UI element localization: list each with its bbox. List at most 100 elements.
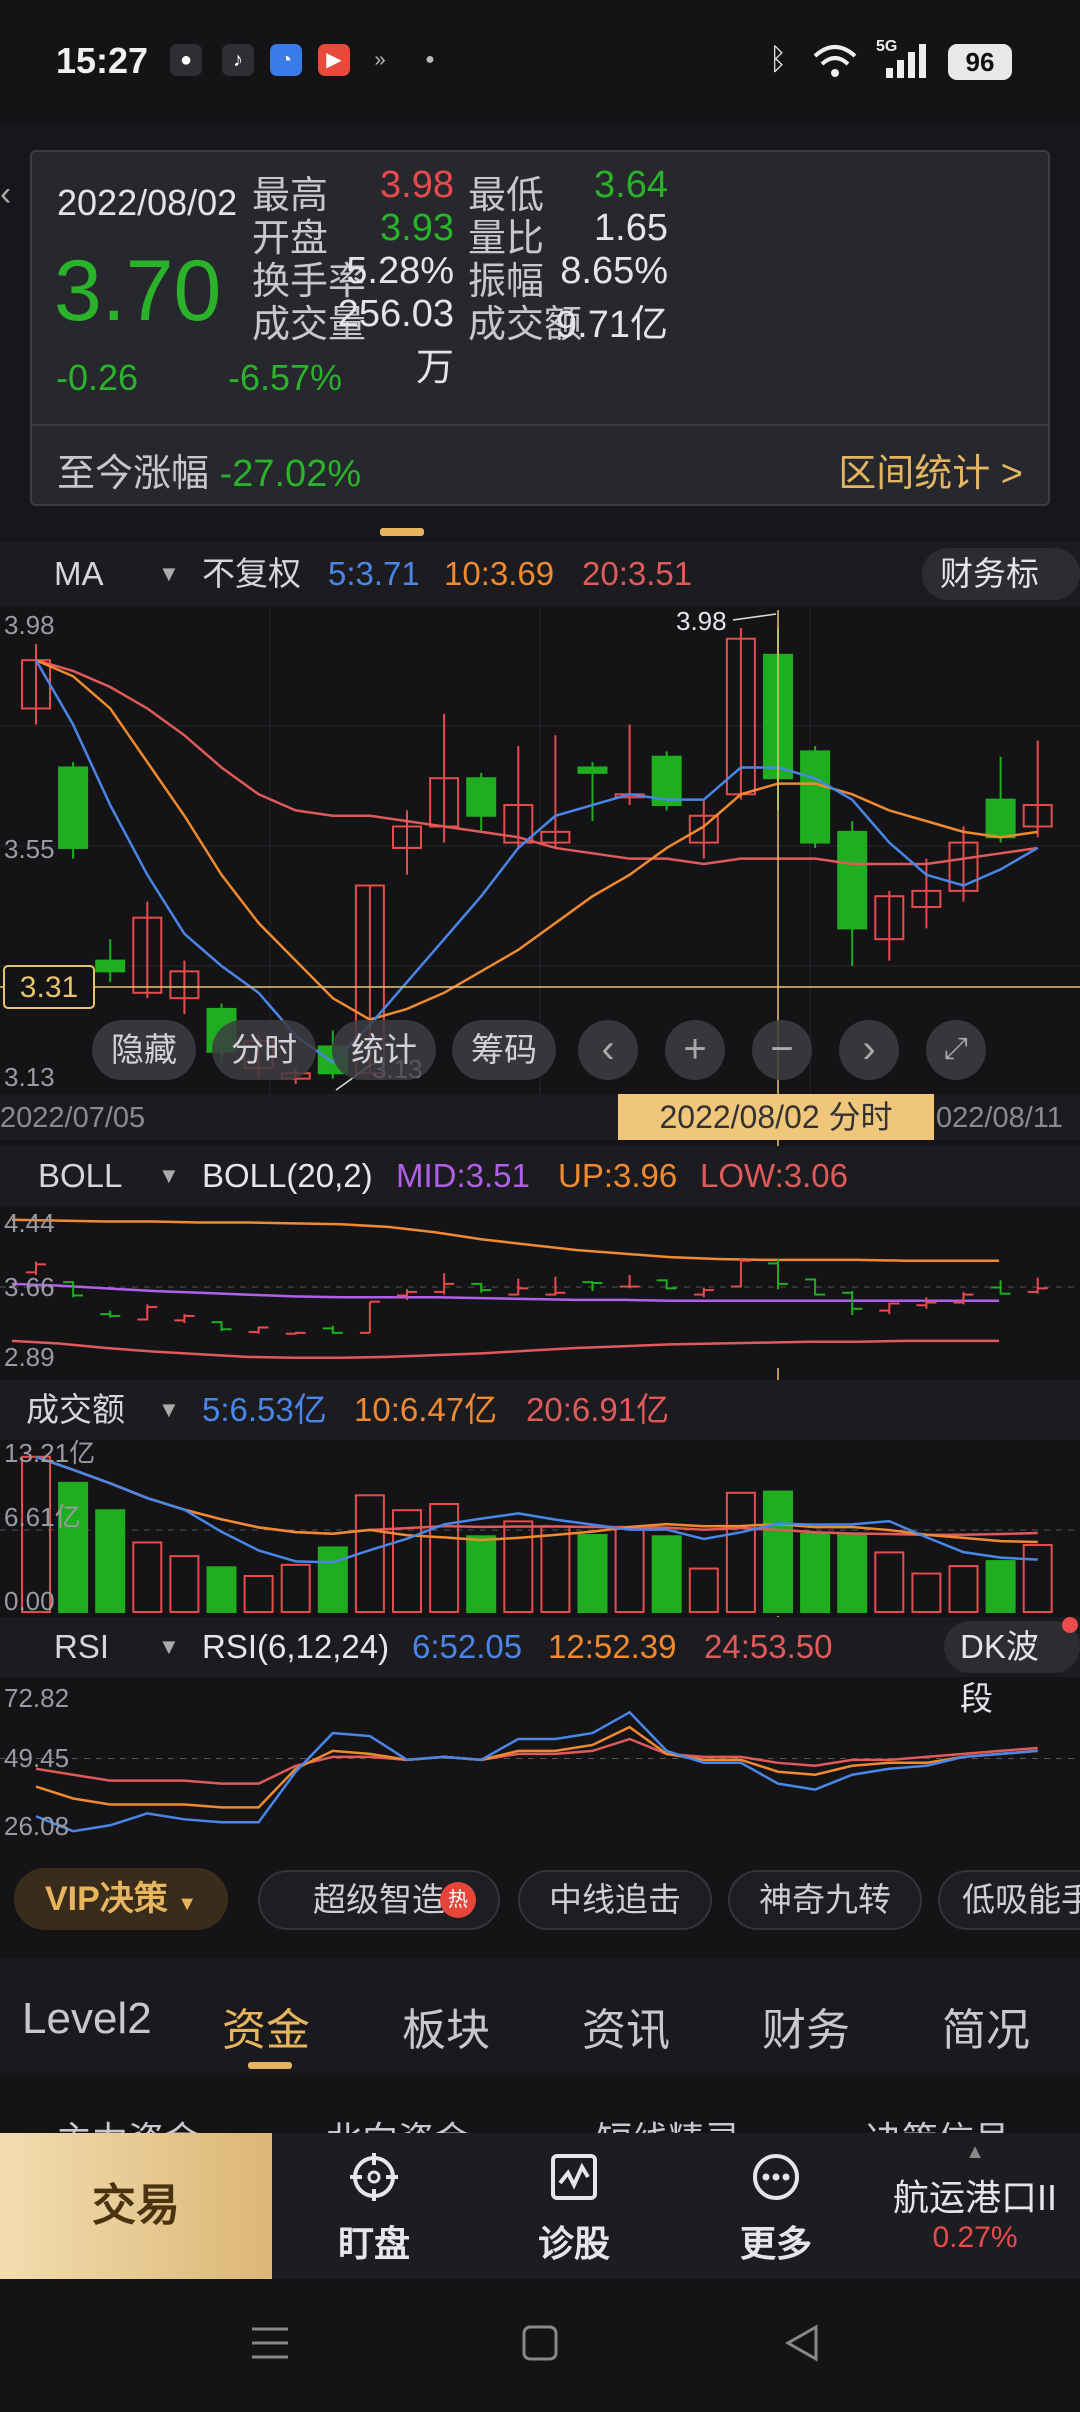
rsi24-value: 24:53.50 [704,1628,833,1665]
dk-band-button[interactable]: DK波段 [944,1621,1080,1717]
chip-mid-chase[interactable]: 中线追击 [518,1870,712,1930]
chip-super-manufacture[interactable]: 超级智造 热 [258,1870,500,1930]
boll-low: LOW:3.06 [700,1157,848,1194]
boll-param: BOLL(20,2) [202,1157,373,1194]
more-icon [753,2154,799,2200]
related-sector[interactable]: ▲ 航运港口II 0.27% [870,2133,1080,2279]
subtab-northbound[interactable]: 北向资金 [326,2111,470,2133]
dot-icon: ● [425,51,435,68]
signal-icon [886,44,926,78]
volume-bar [466,1535,497,1613]
tab-sector[interactable]: 板块 [402,1994,490,2058]
candle [800,750,831,844]
candle [837,830,868,930]
candle [985,798,1016,839]
volume-axis-bottom: 0.00 [4,1586,55,1616]
notification-dot [1062,1617,1078,1633]
vol-ma10: 10:6.47亿 [354,1391,498,1428]
back-icon[interactable]: ‹ [0,175,30,215]
finance-mark-button[interactable]: 财务标记 [922,548,1080,644]
popup-price: 3.70 [54,243,222,339]
chip-magic-nine[interactable]: 神奇九转 [728,1870,922,1930]
wifi-icon [813,45,857,77]
ma10-value: 10:3.69 [444,555,555,592]
candle [466,777,497,817]
subtab-main-capital[interactable]: 主力资金 [56,2111,200,2133]
system-nav-bar [0,2279,1080,2412]
rsi-param: RSI(6,12,24) [202,1628,390,1665]
tab-level2[interactable]: Level2 [22,1994,152,2044]
date-start: 2022/07/05 [0,1102,146,1134]
chips-button[interactable]: 筹码 [452,1020,556,1080]
selected-date-button[interactable]: 2022/08/02 分时 [618,1094,934,1140]
dropdown-icon[interactable]: ▼ [158,1380,180,1440]
volume-bar [800,1532,831,1613]
popup-change: -0.26 [56,357,139,398]
boll-mid: MID:3.51 [396,1157,530,1194]
dropdown-icon[interactable]: ▼ [158,1146,180,1206]
zoom-out-icon[interactable]: − [752,1020,812,1080]
popup-date: 2022/08/02 [57,182,238,223]
volume-bar [763,1490,793,1613]
capital-subtabs: 主力资金 北向资金 短线精灵 决策信号 [0,2073,1080,2133]
bottom-action-bar: 交易 盯盘 诊股 更多 ▲ 航运港口II 0.27% [0,2133,1080,2279]
timeshare-button[interactable]: 分时 [212,1020,316,1080]
price-axis-top: 3.98 [4,610,55,640]
rsi-axis-mid: 49.45 [4,1743,69,1773]
tab-news[interactable]: 资讯 [582,1994,670,2058]
zoom-in-icon[interactable]: + [665,1020,725,1080]
rsi-axis-bottom: 26.08 [4,1811,69,1841]
stat-value: 5.28% [346,250,454,292]
volume-selector[interactable]: 成交额 [26,1380,125,1440]
volume-bar [206,1566,237,1613]
price-axis-mid: 3.55 [4,834,55,864]
dropdown-icon[interactable]: ▼ [158,1617,180,1677]
tab-finance[interactable]: 财务 [762,1994,850,2058]
hide-button[interactable]: 隐藏 [92,1020,196,1080]
ma-selector[interactable]: MA [54,542,104,606]
chevron-left-icon[interactable]: ‹ [578,1020,638,1080]
boll-selector[interactable]: BOLL [38,1146,122,1206]
fq-label[interactable]: 不复权 [202,542,301,606]
stat-value: 3.98 [380,164,454,206]
more-button[interactable]: 更多 [686,2133,866,2279]
dropdown-icon[interactable]: ▼ [158,542,180,606]
ma-indicator-bar: MA ▼ 不复权 5:3.71 10:3.69 20:3.51 财务标记 [0,542,1080,644]
watch-button[interactable]: 盯盘 [284,2133,464,2279]
stat-button[interactable]: 统计 [332,1020,436,1080]
battery-icon: 96 [948,44,1012,80]
high-marker: 3.98 [676,606,727,636]
date-end: 022/08/11 [936,1102,1063,1134]
stat-value: 3.93 [380,207,454,249]
menu-icon[interactable] [250,2323,290,2363]
bluetooth-icon: ᛒ [769,43,787,76]
volume-bar [837,1534,868,1614]
tiktok-icon: ♪ [222,44,254,76]
candle [58,766,89,849]
home-icon[interactable] [520,2323,560,2363]
rsi6-value: 6:52.05 [412,1628,523,1665]
stat-value: 1.65 [594,207,668,249]
subtab-decision[interactable]: 决策信号 [866,2111,1010,2133]
hot-badge: 热 [440,1882,476,1918]
chip-low-buy[interactable]: 低吸能手 [938,1870,1080,1930]
diagnose-button[interactable]: 诊股 [484,2133,664,2279]
chevron-up-icon: ▲ [965,2141,985,2163]
fullscreen-icon[interactable]: ⤢ [926,1020,986,1080]
rsi-indicator-bar: RSI ▼ RSI(6,12,24) 6:52.05 12:52.39 24:5… [0,1617,1080,1717]
chevron-right-icon[interactable]: › [839,1020,899,1080]
volume-bar [985,1560,1016,1614]
vip-decision-button[interactable]: VIP决策 ▼ [14,1868,228,1930]
since-change-value: -27.02% [219,453,362,495]
back-nav-icon[interactable] [782,2323,822,2363]
trade-button[interactable]: 交易 [0,2133,272,2279]
subtab-short-term[interactable]: 短线精灵 [596,2111,740,2133]
interval-stat-link[interactable]: 区间统计 > [838,442,1023,497]
volume-bar [95,1509,126,1614]
boll-axis-top: 4.44 [4,1208,55,1238]
candle [577,766,608,774]
tab-profile[interactable]: 简况 [942,1994,1030,2058]
tab-capital[interactable]: 资金 [222,1994,310,2058]
rsi-selector[interactable]: RSI [54,1617,109,1677]
sector-name: 航运港口II [892,2177,1057,2218]
